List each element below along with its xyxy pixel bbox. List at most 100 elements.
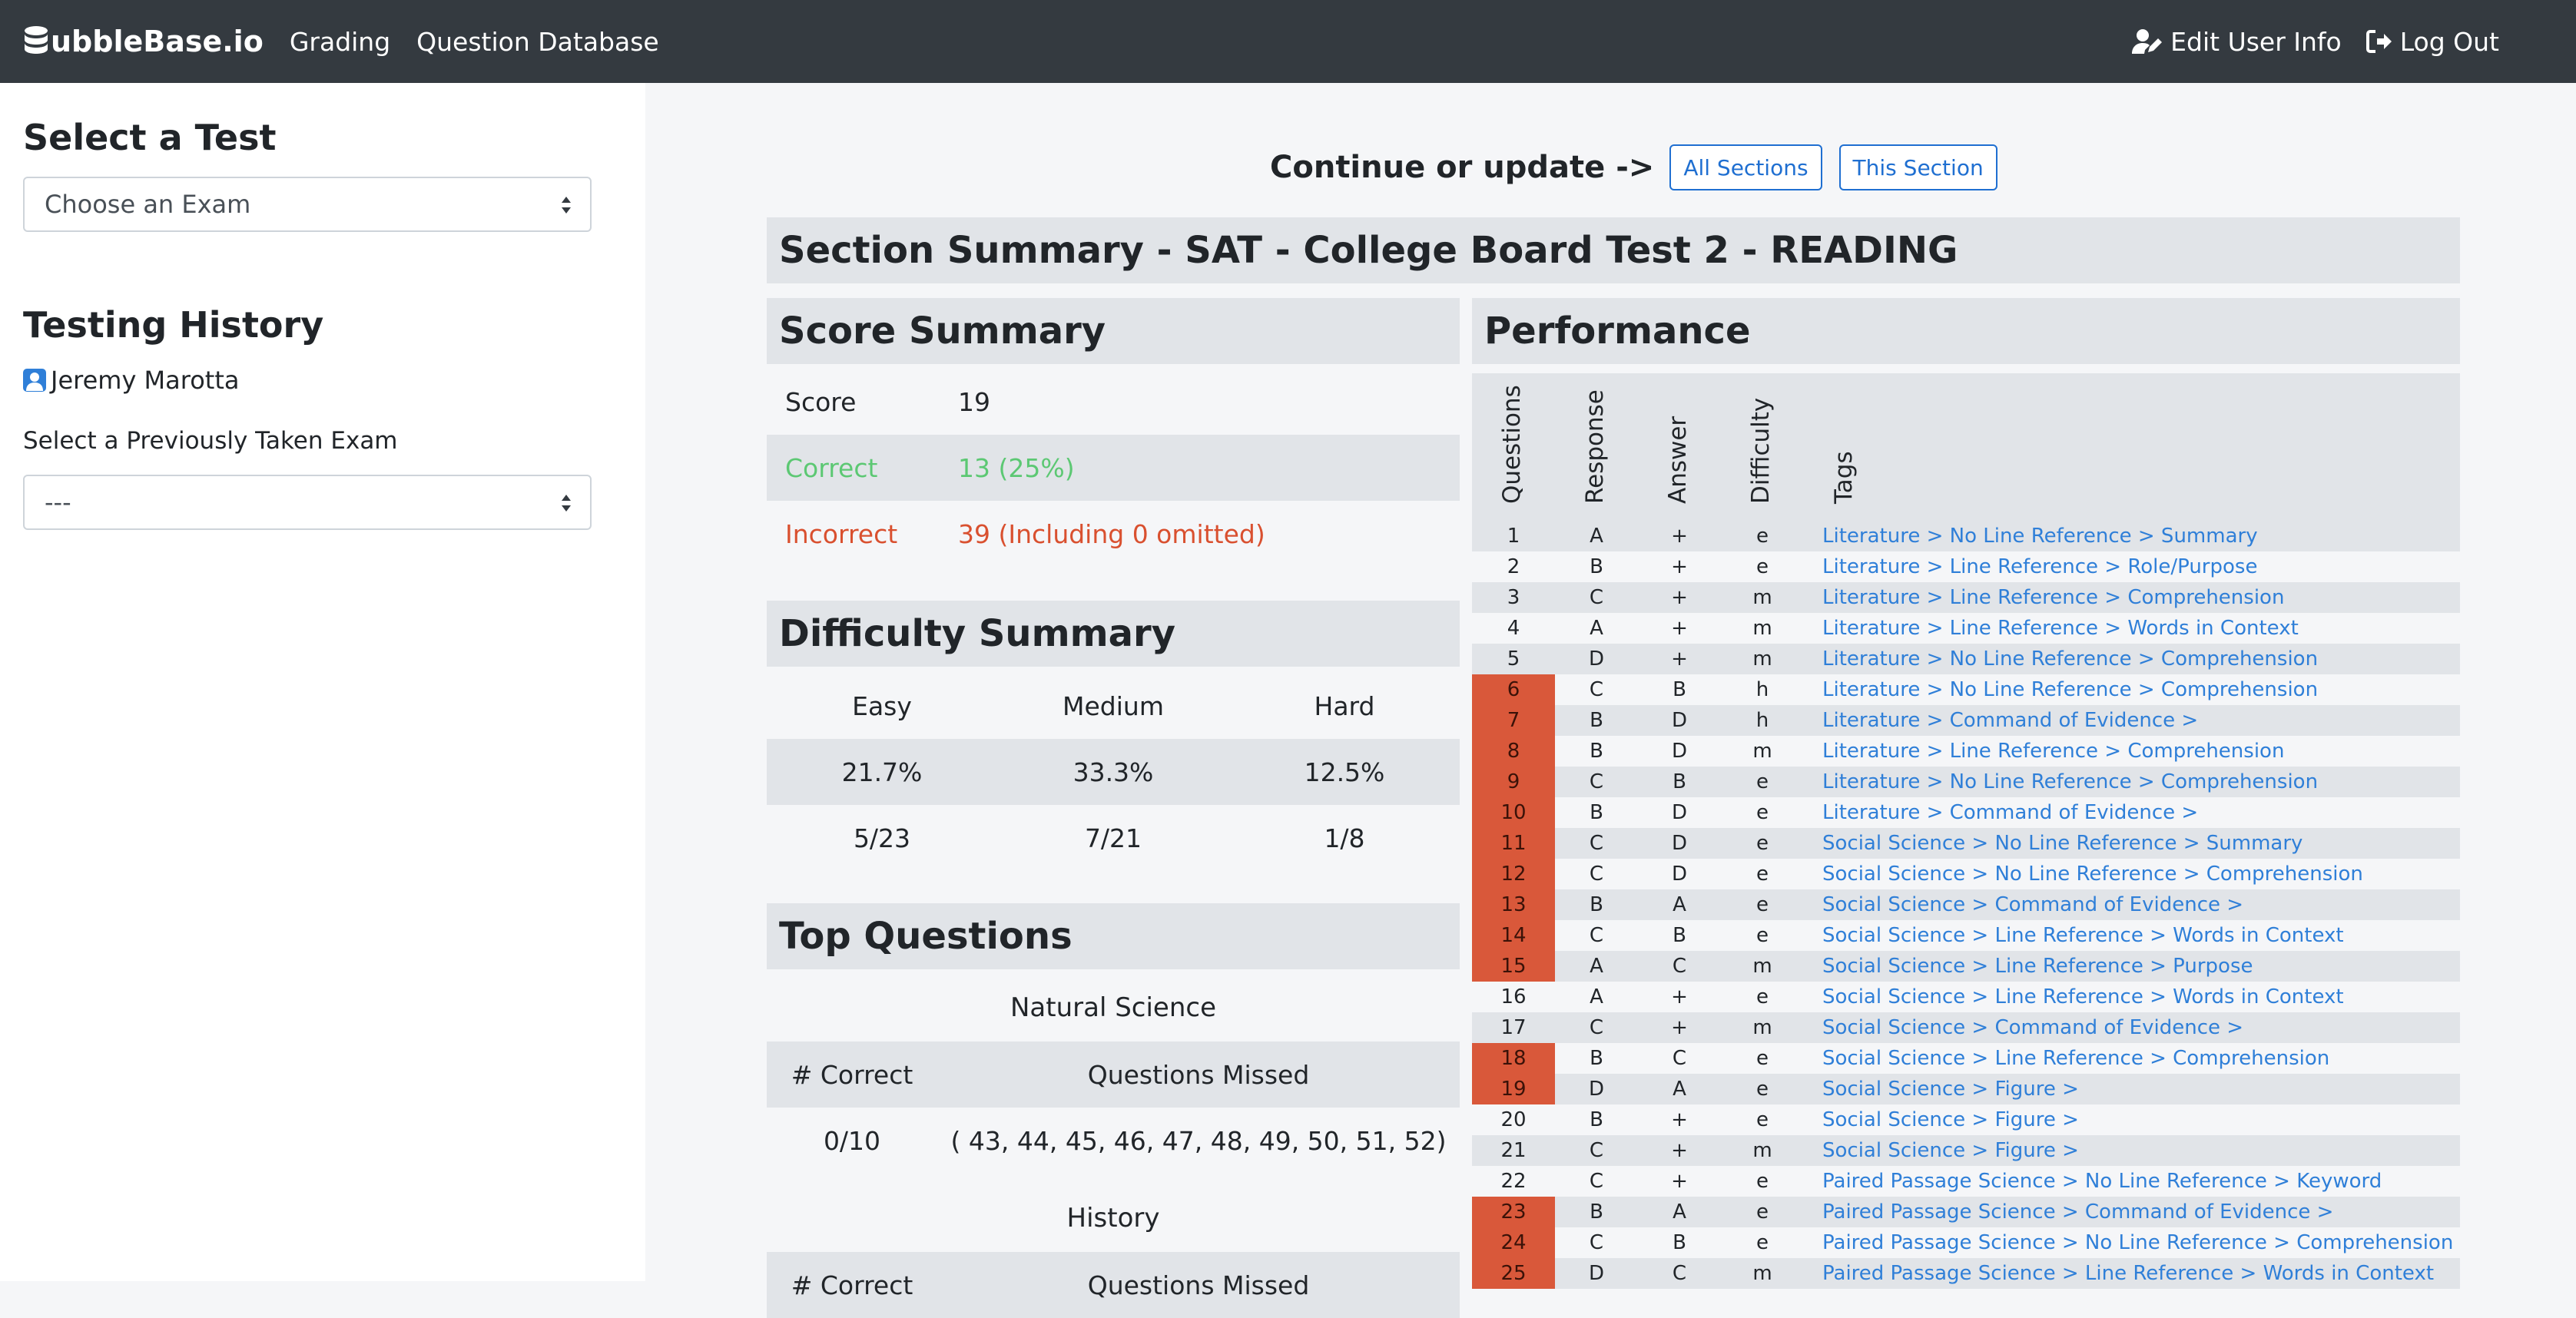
difficulty-cell: e <box>1756 924 1769 947</box>
select-caret-icon <box>562 495 571 512</box>
difficulty-cell: e <box>1756 1047 1769 1070</box>
nav-link-grading[interactable]: Grading <box>290 27 390 57</box>
tag-link[interactable]: Literature > Line Reference > Comprehens… <box>1822 582 2284 613</box>
difficulty-cell: e <box>1756 555 1769 578</box>
response-cell: B <box>1590 1047 1603 1070</box>
response-cell: C <box>1589 863 1604 886</box>
question-number: 10 <box>1472 797 1555 828</box>
this-section-button[interactable]: This Section <box>1838 144 1997 190</box>
tag-link[interactable]: Social Science > Line Reference > Words … <box>1822 920 2344 951</box>
question-number: 22 <box>1500 1170 1527 1193</box>
tag-link[interactable]: Social Science > Command of Evidence > <box>1822 889 2243 920</box>
difficulty-cell: m <box>1752 955 1772 978</box>
previous-exam-label: Select a Previously Taken Exam <box>23 427 398 455</box>
difficulty-cell: m <box>1752 1139 1772 1162</box>
correct-label: Correct <box>785 452 878 483</box>
response-cell: D <box>1588 1078 1605 1101</box>
database-icon <box>25 26 48 54</box>
answer-cell: + <box>1671 1139 1688 1162</box>
difficulty-header-row: Easy Medium Hard <box>767 673 1460 739</box>
table-row: 22 C + e Paired Passage Science > No Line Re… <box>1472 1166 2460 1197</box>
response-cell: C <box>1589 1139 1604 1162</box>
table-row: 21 C + m Social Science > Figure > <box>1472 1135 2460 1166</box>
difficulty-col-hard: Hard <box>1314 690 1375 721</box>
continue-text: Continue or update -> <box>1270 150 1655 185</box>
answer-cell: A <box>1673 893 1686 916</box>
col-header-answer: Answer <box>1664 416 1692 504</box>
tag-link[interactable]: Social Science > Figure > <box>1822 1074 2079 1104</box>
answer-cell: B <box>1673 1231 1686 1254</box>
tag-link[interactable]: Social Science > Line Reference > Purpos… <box>1822 951 2253 982</box>
tag-link[interactable]: Literature > Line Reference > Role/Purpo… <box>1822 551 2257 582</box>
tag-link[interactable]: Literature > Line Reference > Comprehens… <box>1822 736 2284 767</box>
response-cell: C <box>1589 586 1604 609</box>
group-name-history: History <box>1066 1203 1160 1234</box>
table-row: 5 D + m Literature > No Line Reference > Com… <box>1472 644 2460 674</box>
table-row: 16 A + e Social Science > Line Reference > W… <box>1472 982 2460 1012</box>
question-number: 14 <box>1472 920 1555 951</box>
response-cell: B <box>1590 555 1603 578</box>
tag-link[interactable]: Literature > No Line Reference > Compreh… <box>1822 767 2318 797</box>
difficulty-cell: h <box>1755 709 1769 732</box>
brand-name: ubbleBase.io <box>51 25 264 58</box>
tag-link[interactable]: Literature > Command of Evidence > <box>1822 797 2198 828</box>
brand-logo[interactable]: ubbleBase.io <box>23 25 264 58</box>
difficulty-cell: m <box>1752 647 1772 671</box>
exam-select-value: Choose an Exam <box>45 190 251 219</box>
select-caret-icon <box>562 197 571 214</box>
exam-select[interactable]: Choose an Exam <box>23 177 592 232</box>
answer-cell: + <box>1671 1170 1688 1193</box>
table-row: 8 B Dm Literature > Line Reference > Compre… <box>1472 736 2460 767</box>
answer-cell: A <box>1673 1200 1686 1224</box>
tag-link[interactable]: Social Science > No Line Reference > Com… <box>1822 859 2363 889</box>
tag-link[interactable]: Literature > Command of Evidence > <box>1822 705 2198 736</box>
response-cell: C <box>1589 1016 1604 1039</box>
tag-link[interactable]: Paired Passage Science > Command of Evid… <box>1822 1197 2333 1227</box>
tag-link[interactable]: Social Science > Line Reference > Compre… <box>1822 1043 2329 1074</box>
answer-cell: D <box>1671 801 1688 824</box>
response-cell: C <box>1589 770 1604 793</box>
tag-link[interactable]: Literature > No Line Reference > Compreh… <box>1822 644 2318 674</box>
response-cell: B <box>1590 801 1603 824</box>
previous-exam-select[interactable]: --- <box>23 475 592 530</box>
question-number: 8 <box>1472 736 1555 767</box>
score-value: 19 <box>958 386 990 417</box>
question-number: 15 <box>1472 951 1555 982</box>
answer-cell: + <box>1671 617 1688 640</box>
question-number: 12 <box>1472 859 1555 889</box>
tag-link[interactable]: Social Science > Command of Evidence > <box>1822 1012 2243 1043</box>
tag-link[interactable]: Social Science > Figure > <box>1822 1104 2079 1135</box>
tag-link[interactable]: Social Science > Line Reference > Words … <box>1822 982 2344 1012</box>
hard-percent: 12.5% <box>1304 757 1385 787</box>
nav-link-question-database[interactable]: Question Database <box>416 27 659 57</box>
difficulty-cell: e <box>1756 893 1769 916</box>
tag-link[interactable]: Paired Passage Science > Line Reference … <box>1822 1258 2434 1289</box>
table-row: 25 D Cm Paired Passage Science > Line Refer… <box>1472 1258 2460 1289</box>
response-cell: D <box>1588 647 1605 671</box>
table-row: 15 A Cm Social Science > Line Reference > P… <box>1472 951 2460 982</box>
answer-cell: + <box>1671 555 1688 578</box>
question-number: 9 <box>1472 767 1555 797</box>
history-missed-col-header: Questions Missed <box>1087 1270 1310 1300</box>
edit-user-info-link[interactable]: Edit User Info <box>2132 27 2342 57</box>
sidebar: Select a Test Choose an Exam Testing His… <box>0 83 645 1281</box>
answer-cell: C <box>1672 955 1687 978</box>
difficulty-cell: m <box>1752 586 1772 609</box>
tag-link[interactable]: Paired Passage Science > No Line Referen… <box>1822 1227 2453 1258</box>
tag-link[interactable]: Paired Passage Science > No Line Referen… <box>1822 1166 2382 1197</box>
answer-cell: B <box>1673 924 1686 947</box>
all-sections-button[interactable]: All Sections <box>1669 144 1822 190</box>
answer-cell: + <box>1671 525 1688 548</box>
tag-link[interactable]: Literature > Line Reference > Words in C… <box>1822 613 2299 644</box>
tag-link[interactable]: Social Science > No Line Reference > Sum… <box>1822 828 2302 859</box>
incorrect-row: Incorrect 39 (Including 0 omitted) <box>767 501 1460 567</box>
tag-link[interactable]: Social Science > Figure > <box>1822 1135 2079 1166</box>
tag-link[interactable]: Literature > No Line Reference > Compreh… <box>1822 674 2318 705</box>
tag-link[interactable]: Literature > No Line Reference > Summary <box>1822 521 2258 551</box>
log-out-link[interactable]: Log Out <box>2365 27 2499 57</box>
top-questions-heading: Top Questions <box>767 903 1460 969</box>
table-row: 1 A + e Literature > No Line Reference > Sum… <box>1472 521 2460 551</box>
difficulty-cell: e <box>1756 863 1769 886</box>
testing-history-heading: Testing History <box>23 304 324 346</box>
sign-out-icon <box>2365 30 2392 53</box>
